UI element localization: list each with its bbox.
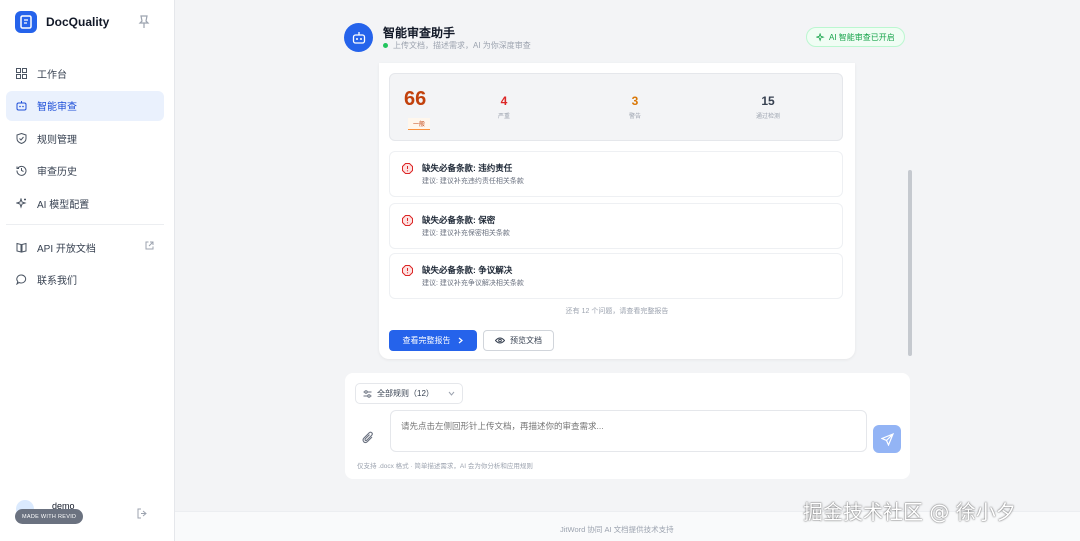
preview-document-button[interactable]: 预览文档: [483, 330, 554, 351]
issue-title: 缺失必备条款: 争议解决: [422, 265, 513, 275]
stat-label: 严重: [497, 114, 510, 120]
issue-item[interactable]: 缺失必备条款: 保密 建议: 建议补充保密相关条款: [389, 203, 843, 249]
sidebar-divider: [6, 224, 164, 225]
app-name: DocQuality: [46, 15, 110, 29]
stat-label: 通过检测: [755, 114, 780, 120]
assistant-avatar-icon: [344, 23, 373, 52]
stat-warning: 3 警告: [605, 94, 665, 120]
shield-icon: [15, 132, 27, 144]
paperclip-icon[interactable]: [362, 431, 374, 449]
issue-detail: 建议: 建议补充违约责任相关条款: [422, 178, 524, 185]
page-title: 智能审查助手: [383, 26, 456, 40]
stat-passed: 15 通过检测: [738, 94, 798, 120]
issue-item[interactable]: 缺失必备条款: 违约责任 建议: 建议补充违约责任相关条款: [389, 151, 843, 197]
quality-score: 66: [404, 88, 427, 110]
footer-text[interactable]: JitWord 协同 AI 文档提供技术支持: [560, 524, 674, 535]
book-icon: [15, 241, 27, 253]
issue-item[interactable]: 缺失必备条款: 争议解决 建议: 建议补充争议解决相关条款: [389, 253, 843, 299]
ai-status-text: AI 智能审查已开启: [829, 32, 895, 42]
user-panel[interactable]: demo MADE WITH REVID: [8, 495, 166, 527]
watermark: 掘金技术社区 @ 徐小夕: [803, 500, 1016, 524]
sidebar-item-label: AI 模型配置: [37, 199, 90, 211]
filter-icon: [363, 389, 372, 398]
sparkle-icon: [15, 197, 27, 209]
chat-icon: [15, 274, 27, 286]
doc-logo-icon: [15, 11, 37, 33]
rule-select-value: 全部规则（12）: [377, 389, 434, 398]
sidebar-item-label: 联系我们: [37, 276, 77, 287]
send-icon: [880, 432, 894, 446]
page-subtitle: 上传文档，描述需求，AI 为你深度审查: [383, 40, 531, 51]
chevron-down-icon: [448, 391, 455, 396]
scrollbar[interactable]: [908, 170, 912, 356]
issue-detail: 建议: 建议补充保密相关条款: [422, 230, 510, 237]
online-dot: [383, 43, 388, 48]
made-with-badge: MADE WITH REVID: [15, 509, 84, 524]
sidebar-item-history[interactable]: 审查历史: [6, 156, 164, 186]
composer: 全部规则（12） 仅支持 .docx 格式 · 简单描述需求，AI 会为你分析和…: [345, 373, 910, 479]
sidebar-item-review[interactable]: 智能审查: [6, 90, 164, 121]
sidebar-item-dashboard[interactable]: 工作台: [6, 58, 164, 88]
issue-title: 缺失必备条款: 违约责任: [422, 163, 513, 173]
sidebar: DocQuality 工作台 智能审查 规则管理 审查历史 AI 模型配置 AP…: [0, 0, 175, 541]
alert-icon: [402, 265, 413, 276]
issue-title: 缺失必备条款: 保密: [422, 215, 496, 225]
eye-icon: [495, 337, 505, 344]
pin-icon[interactable]: [138, 15, 150, 29]
review-request-input[interactable]: [390, 410, 867, 452]
stat-critical: 4 严重: [474, 94, 534, 120]
stat-value: 3: [631, 94, 639, 108]
button-label: 预览文档: [510, 336, 542, 345]
issue-detail: 建议: 建议补充争议解决相关条款: [422, 280, 524, 287]
alert-icon: [402, 215, 413, 226]
sparkle-icon: [816, 32, 825, 42]
chevron-right-icon: [458, 337, 463, 344]
ai-status-badge: AI 智能审查已开启: [806, 27, 905, 47]
subtitle-text: 上传文档，描述需求，AI 为你深度审查: [393, 41, 531, 50]
stat-label: 警告: [628, 114, 641, 120]
more-issues-text: 还有 12 个问题，请查看完整报告: [565, 308, 669, 315]
sidebar-item-contact[interactable]: 联系我们: [6, 265, 164, 295]
robot-icon: [15, 100, 27, 112]
sidebar-item-label: 规则管理: [37, 134, 77, 146]
sidebar-item-label: API 开放文档: [37, 243, 96, 255]
sidebar-item-ai-model[interactable]: AI 模型配置: [6, 188, 164, 218]
history-icon: [15, 165, 27, 177]
composer-hint: 仅支持 .docx 格式 · 简单描述需求，AI 会为你分析和应用规则: [357, 463, 533, 470]
sidebar-item-api-docs[interactable]: API 开放文档: [6, 232, 164, 262]
review-result-card: 66 一般 4 严重 3 警告 15 通过检测 缺失必备条款: 违约责任 建议:…: [379, 63, 855, 359]
sidebar-item-rules[interactable]: 规则管理: [6, 123, 164, 153]
external-link-icon: [145, 241, 154, 253]
send-button[interactable]: [873, 425, 901, 453]
main-content: 智能审查助手 上传文档，描述需求，AI 为你深度审查 AI 智能审查已开启 66…: [175, 0, 1080, 541]
sidebar-item-label: 智能审查: [37, 102, 77, 113]
logout-icon[interactable]: [137, 506, 148, 524]
stat-value: 15: [761, 94, 775, 108]
button-label: 查看完整报告: [402, 336, 451, 345]
sidebar-item-label: 工作台: [37, 69, 67, 81]
rule-select[interactable]: 全部规则（12）: [355, 383, 463, 404]
stat-value: 4: [500, 94, 508, 108]
stats-panel: 66 一般 4 严重 3 警告 15 通过检测: [389, 73, 843, 141]
view-full-report-button[interactable]: 查看完整报告: [389, 330, 477, 351]
score-level-badge: 一般: [408, 118, 431, 130]
alert-icon: [402, 163, 413, 174]
sidebar-nav: 工作台 智能审查 规则管理 审查历史 AI 模型配置 API 开放文档 联系我们: [6, 58, 164, 297]
sidebar-item-label: 审查历史: [37, 167, 77, 178]
dashboard-icon: [15, 67, 27, 79]
